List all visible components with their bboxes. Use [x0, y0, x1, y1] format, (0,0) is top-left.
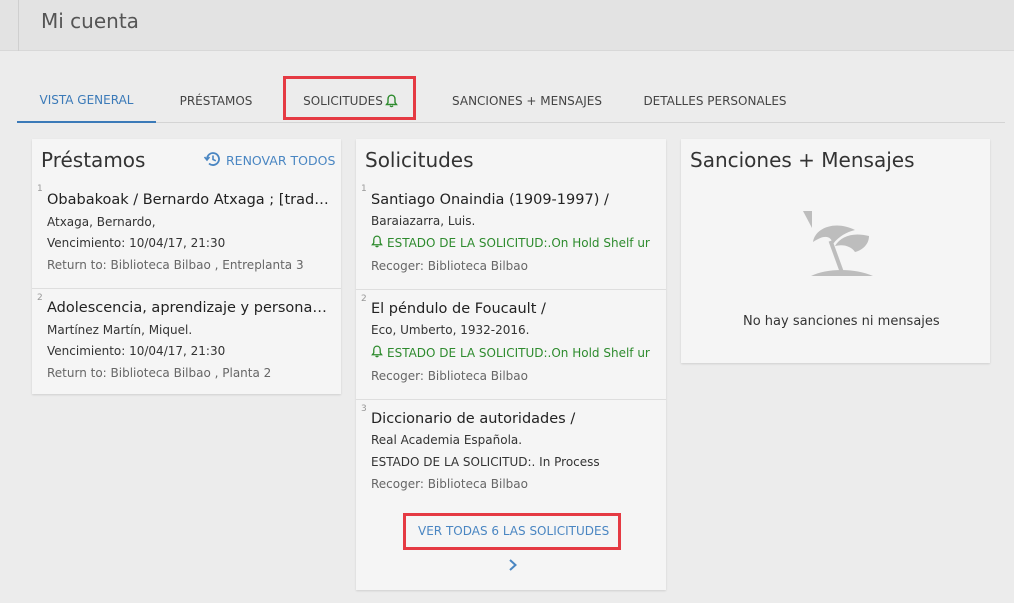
fines-messages-card: Sanciones + Mensajes No hay sanciones ni… — [681, 139, 990, 363]
request-status-text: ESTADO DE LA SOLICITUD:.On Hold Shelf ur — [387, 236, 650, 250]
chevron-right-icon[interactable] — [506, 557, 520, 577]
request-title[interactable]: Diccionario de autoridades / — [371, 411, 653, 427]
tab-loans[interactable]: PRÉSTAMOS — [156, 79, 276, 123]
bell-icon — [371, 345, 383, 361]
request-status: ESTADO DE LA SOLICITUD:.On Hold Shelf ur — [371, 235, 651, 251]
renew-all-button[interactable]: RENOVAR TODOS — [203, 150, 335, 171]
requests-card-title: Solicitudes — [365, 148, 474, 172]
loan-title[interactable]: Adolescencia, aprendizaje y personalidad… — [47, 300, 329, 316]
fines-card-title: Sanciones + Mensajes — [690, 148, 915, 172]
loans-card-title: Préstamos — [41, 148, 146, 172]
loan-return-location: Return to: Biblioteca Bilbao , Entreplan… — [47, 258, 304, 272]
loans-card: Préstamos RENOVAR TODOS 1 Obabakoak / Be… — [32, 139, 341, 394]
bell-icon — [371, 235, 383, 251]
tab-personal-details[interactable]: DETALLES PERSONALES — [625, 79, 805, 123]
request-item[interactable]: 3 Diccionario de autoridades / Real Acad… — [356, 399, 666, 503]
request-author: Real Academia Española. — [371, 433, 523, 447]
tab-label: PRÉSTAMOS — [179, 94, 253, 108]
loan-return-location: Return to: Biblioteca Bilbao , Planta 2 — [47, 366, 272, 380]
bell-icon — [384, 94, 398, 108]
request-item[interactable]: 1 Santiago Onaindia (1909-1997) / Baraia… — [356, 181, 666, 289]
renew-icon — [203, 150, 223, 171]
tab-label: SOLICITUDES — [303, 94, 383, 108]
item-index: 2 — [37, 293, 43, 303]
request-title[interactable]: Santiago Onaindia (1909-1997) / — [371, 192, 653, 208]
renew-all-label: RENOVAR TODOS — [226, 153, 336, 168]
beach-umbrella-icon — [803, 206, 879, 286]
loan-title[interactable]: Obabakoak / Bernardo Atxaga ; [traducció… — [47, 192, 329, 208]
tab-label: VISTA GENERAL — [39, 93, 134, 107]
item-index: 1 — [361, 184, 367, 194]
loan-author: Atxaga, Bernardo, — [47, 215, 156, 229]
loan-due-date: Vencimiento: 10/04/17, 21:30 — [47, 236, 226, 250]
item-index: 1 — [37, 184, 43, 194]
request-pickup-location: Recoger: Biblioteca Bilbao — [371, 477, 528, 491]
request-title[interactable]: El péndulo de Foucault / — [371, 301, 653, 317]
request-item[interactable]: 2 El péndulo de Foucault / Eco, Umberto,… — [356, 289, 666, 399]
view-all-requests-link[interactable]: VER TODAS 6 LAS SOLICITUDES — [418, 524, 609, 538]
requests-card: Solicitudes 1 Santiago Onaindia (1909-19… — [356, 139, 666, 590]
tab-fines-messages[interactable]: SANCIONES + MENSAJES — [429, 79, 625, 123]
page-title: Mi cuenta — [41, 9, 139, 33]
item-index: 3 — [361, 404, 367, 414]
request-status-text: ESTADO DE LA SOLICITUD:. In Process — [371, 455, 600, 469]
request-pickup-location: Recoger: Biblioteca Bilbao — [371, 259, 528, 273]
account-tabs: VISTA GENERAL PRÉSTAMOS SOLICITUDES SANC… — [17, 79, 1005, 123]
tab-requests[interactable]: SOLICITUDES — [285, 79, 416, 123]
item-index: 2 — [361, 294, 367, 304]
header-divider — [18, 0, 19, 51]
loan-due-date: Vencimiento: 10/04/17, 21:30 — [47, 344, 226, 358]
tab-overview[interactable]: VISTA GENERAL — [17, 79, 156, 123]
tab-label: SANCIONES + MENSAJES — [452, 94, 602, 108]
request-pickup-location: Recoger: Biblioteca Bilbao — [371, 369, 528, 383]
page-header: Mi cuenta — [0, 0, 1014, 51]
loan-author: Martínez Martín, Miquel. — [47, 323, 193, 337]
request-author: Eco, Umberto, 1932-2016. — [371, 323, 530, 337]
request-status-text: ESTADO DE LA SOLICITUD:.On Hold Shelf ur — [387, 346, 650, 360]
loan-item[interactable]: 2 Adolescencia, aprendizaje y personalid… — [32, 288, 341, 394]
tab-label: DETALLES PERSONALES — [643, 94, 787, 108]
request-author: Baraiazarra, Luis. — [371, 214, 476, 228]
loan-item[interactable]: 1 Obabakoak / Bernardo Atxaga ; [traducc… — [32, 181, 341, 287]
empty-state-message: No hay sanciones ni mensajes — [743, 314, 940, 329]
request-status: ESTADO DE LA SOLICITUD:.On Hold Shelf ur — [371, 345, 651, 361]
